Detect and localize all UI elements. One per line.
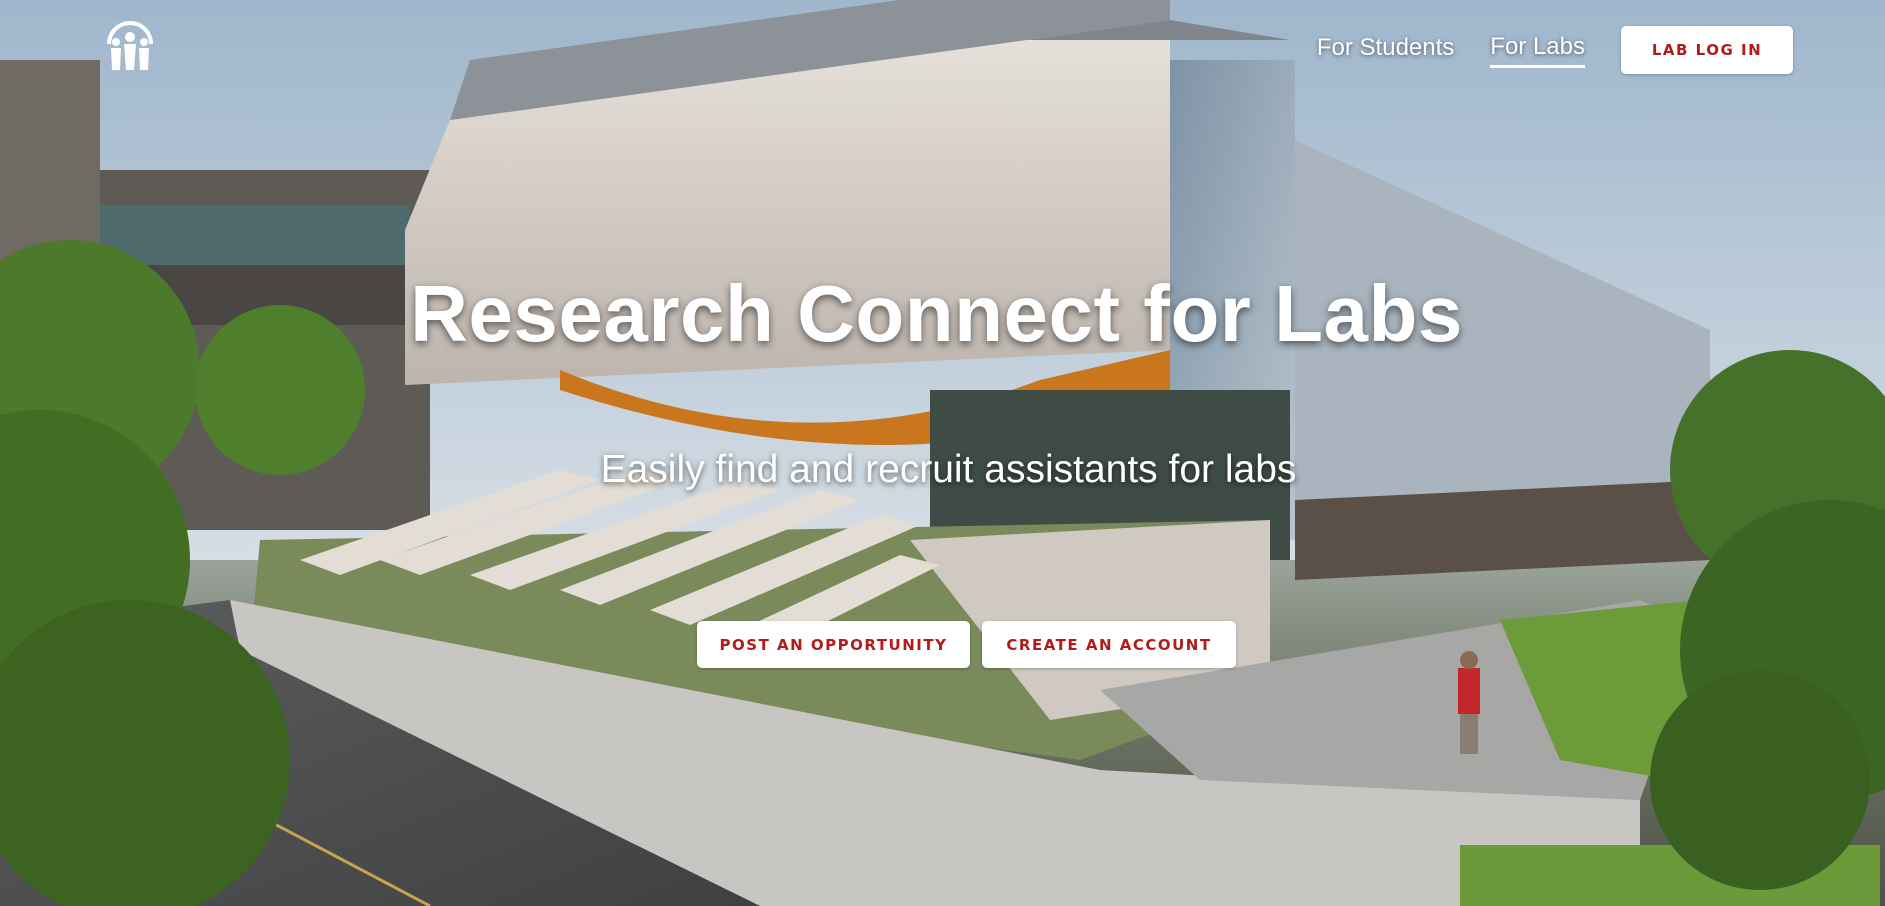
hero-section: For Students For Labs LAB LOG IN Researc… bbox=[0, 0, 1885, 906]
cta-button-group: POST AN OPPORTUNITY CREATE AN ACCOUNT bbox=[697, 621, 1236, 668]
nav-link-for-students[interactable]: For Students bbox=[1317, 34, 1454, 66]
nav-link-for-labs[interactable]: For Labs bbox=[1490, 33, 1585, 68]
top-nav: For Students For Labs LAB LOG IN bbox=[1317, 26, 1793, 74]
post-opportunity-button[interactable]: POST AN OPPORTUNITY bbox=[697, 621, 970, 668]
lab-login-button[interactable]: LAB LOG IN bbox=[1621, 26, 1793, 74]
page-subtitle: Easily find and recruit assistants for l… bbox=[0, 448, 1885, 492]
three-figures-logo-icon[interactable] bbox=[103, 18, 157, 72]
create-account-button[interactable]: CREATE AN ACCOUNT bbox=[982, 621, 1236, 668]
page-title: Research Connect for Labs bbox=[0, 268, 1885, 360]
page-title-text: Research Connect for Labs bbox=[410, 269, 1463, 358]
page-subtitle-text: Easily find and recruit assistants for l… bbox=[600, 448, 1297, 491]
